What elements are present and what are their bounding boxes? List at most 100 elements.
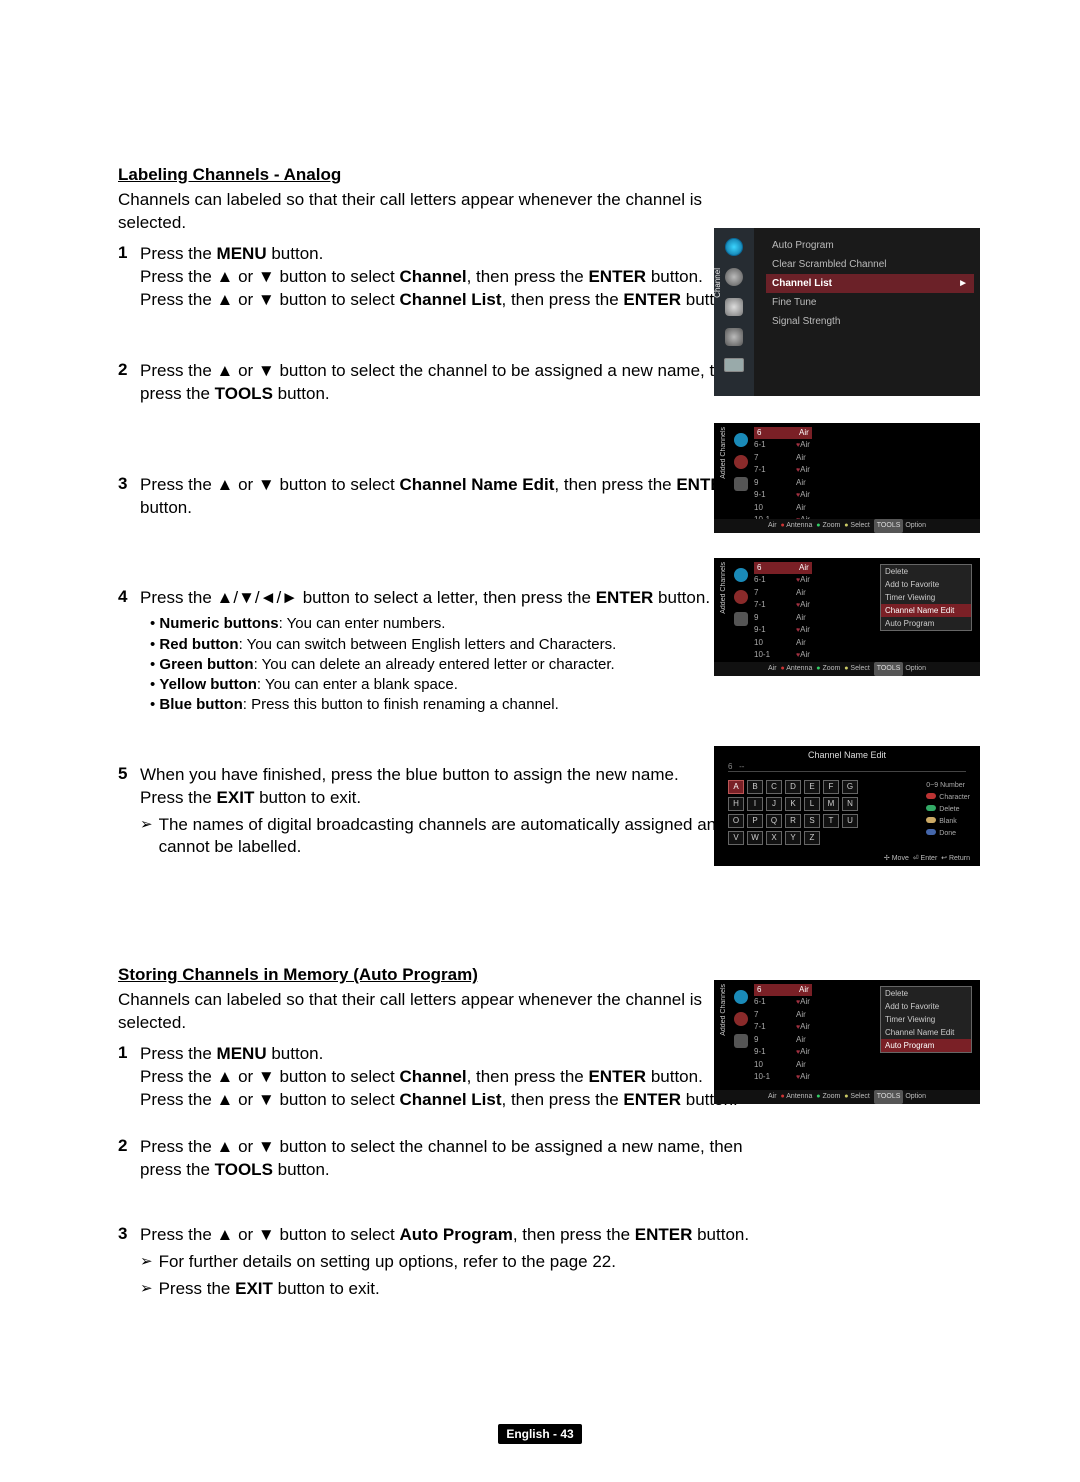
channel-row: 10Air [754,1059,812,1071]
s2-step3: 3 Press the ▲ or ▼ button to select Auto… [118,1224,768,1301]
step-number: 3 [118,1224,140,1301]
screenshot-channel-list-popup: Added Channels 6Air6-1♥Air7Air7-1♥Air9Ai… [714,558,980,676]
s2-step1: 1 Press the MENU button. Press the ▲ or … [118,1043,768,1112]
s1-step2: 2 Press the ▲ or ▼ button to select the … [118,360,768,406]
note-arrow-icon: ➢ [140,814,153,835]
footer-hints: ✢ Move ⏎ Enter ↩ Return [714,852,980,866]
popup-item: Timer Viewing [881,591,971,604]
s1-step3: 3 Press the ▲ or ▼ button to select Chan… [118,474,768,520]
letter-cell: F [823,780,839,794]
letter-cell: P [747,814,763,828]
kw-channel-list: Channel List [400,1090,502,1109]
letter-cell: M [823,797,839,811]
channel-row: 6-1♥Air [754,439,812,452]
filter-icon [734,1034,748,1048]
options-popup: DeleteAdd to FavoriteTimer ViewingChanne… [880,564,972,631]
note: The names of digital broadcasting channe… [159,814,768,860]
txt: Press the ▲ or ▼ button to select [140,1225,400,1244]
filter-icon [734,612,748,626]
bullet: • Red button: You can switch between Eng… [150,635,710,655]
channel-row: 6Air [754,427,812,439]
filter-icon [734,590,748,604]
bullet: • Green button: You can delete an alread… [150,655,710,675]
kw-enter: ENTER [623,1090,681,1109]
kw-green: Green button [159,656,253,673]
letter-cell: S [804,814,820,828]
txt: , then press the [502,290,624,309]
s2-step2: 2 Press the ▲ or ▼ button to select the … [118,1136,768,1182]
section1-intro: Channels can labeled so that their call … [118,189,708,235]
channel-row: 6Air [754,562,812,574]
kw-enter: ENTER [588,1067,646,1086]
channel-row: 6Air [754,984,812,996]
menu-item: Auto Program [766,236,974,255]
channel-row: 7Air [754,1009,812,1021]
popup-item: Delete [881,987,971,1000]
letter-cell: R [785,814,801,828]
network-icon [725,328,743,346]
menu-icon [725,268,743,286]
letter-cell: W [747,831,763,845]
filter-icon [734,990,748,1004]
txt: button. [273,1160,330,1179]
chevron-right-icon: ► [958,278,968,289]
note-arrow-icon: ➢ [140,1251,153,1272]
menu-item-selected: Channel List► [766,274,974,293]
menu-item: Clear Scrambled Channel [766,255,974,274]
step-number: 4 [118,587,140,715]
channel-row: 9Air [754,612,812,624]
page-footer: English - 43 [0,1424,1080,1444]
txt: button. [646,1067,703,1086]
txt: Press the ▲ or ▼ button to select [140,290,400,309]
letter-cell: E [804,780,820,794]
section1-title: Labeling Channels - Analog [118,165,972,185]
txt: Press the ▲ or ▼ button to select [140,475,400,494]
popup-item: Add to Favorite [881,1000,971,1013]
screen-icon [724,358,744,372]
kw-enter: ENTER [588,267,646,286]
letter-cell: Z [804,831,820,845]
menu-item: Fine Tune [766,293,974,312]
section2-intro: Channels can labeled so that their call … [118,989,708,1035]
letter-cell: L [804,797,820,811]
txt: button. [140,498,192,517]
letter-cell: O [728,814,744,828]
side-tab: Added Channels [720,984,727,1036]
channel-row: 6-1♥Air [754,996,812,1009]
txt: Press the [140,1044,217,1063]
channel-row: 7Air [754,452,812,464]
txt: When you have finished, press the blue b… [140,765,679,784]
note-arrow-icon: ➢ [140,1278,153,1299]
options-popup: DeleteAdd to FavoriteTimer ViewingChanne… [880,986,972,1053]
letter-cell: D [785,780,801,794]
letter-cell: Q [766,814,782,828]
channel-row: 10Air [754,637,812,649]
channel-row: 7-1♥Air [754,1021,812,1034]
channel-row: 9Air [754,477,812,489]
txt: : You can delete an already entered lett… [254,656,615,673]
kw-channel-name-edit: Channel Name Edit [400,475,555,494]
popup-item: Timer Viewing [881,1013,971,1026]
note: Press the EXIT button to exit. [159,1278,380,1301]
txt: button. [273,384,330,403]
bullet: • Yellow button: You can enter a blank s… [150,675,710,695]
txt: , then press the [502,1090,624,1109]
page-number: English - 43 [498,1424,581,1444]
txt: , then press the [554,475,676,494]
txt: Press the ▲ or ▼ button to select [140,1090,400,1109]
gear-icon [725,298,743,316]
screenshot-channel-menu: Channel Auto Program Clear Scrambled Cha… [714,228,980,396]
letter-cell: A [728,780,744,794]
letter-cell: J [766,797,782,811]
channel-row: 10-1♥Air [754,1071,812,1084]
txt: , then press the [467,1067,589,1086]
kw-blue: Blue button [159,696,242,713]
txt: button. [653,588,710,607]
letter-cell: G [842,780,858,794]
color-legend: 0~9 Number Character Delete Blank Done [926,780,970,840]
s1-step5: 5 When you have finished, press the blue… [118,764,768,860]
channel-row: 9-1♥Air [754,489,812,502]
letter-cell: Y [785,831,801,845]
kw-auto-program: Auto Program [400,1225,513,1244]
filter-icon [734,455,748,469]
